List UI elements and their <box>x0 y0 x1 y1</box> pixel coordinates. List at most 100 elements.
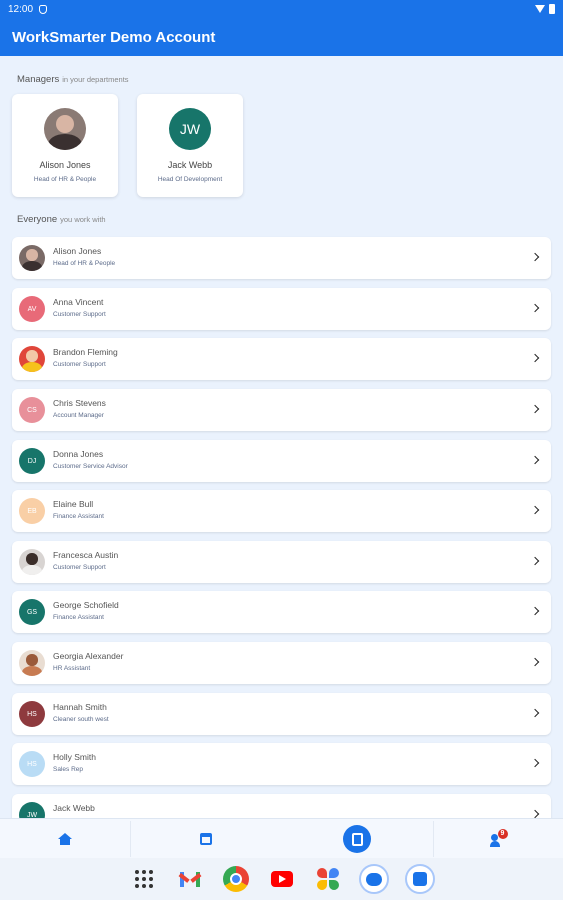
person-name: Hannah Smith <box>53 702 107 712</box>
chevron-right-icon <box>530 606 540 616</box>
list-item[interactable]: Francesca Austin Customer Support <box>12 541 551 583</box>
system-dock <box>0 858 563 900</box>
gmail-icon[interactable] <box>175 864 205 894</box>
notification-badge: 9 <box>497 829 508 839</box>
avatar <box>19 650 45 676</box>
status-icons <box>535 4 555 14</box>
messages-icon[interactable] <box>358 864 389 894</box>
list-item[interactable]: EB Elaine Bull Finance Assistant <box>12 490 551 532</box>
list-item[interactable]: Brandon Fleming Customer Support <box>12 338 551 380</box>
youtube-icon[interactable] <box>267 864 297 894</box>
list-item[interactable]: HS Hannah Smith Cleaner south west <box>12 693 551 735</box>
avatar <box>19 549 45 575</box>
bottom-navigation: 9 <box>0 818 563 858</box>
list-item[interactable]: DJ Donna Jones Customer Service Advisor <box>12 440 551 482</box>
chevron-right-icon <box>530 809 540 818</box>
chevron-right-icon <box>530 404 540 414</box>
chevron-right-icon <box>530 708 540 718</box>
nav-home[interactable] <box>0 819 130 859</box>
list-item[interactable]: Alison Jones Head of HR & People <box>12 237 551 279</box>
calendar-icon <box>199 833 212 845</box>
person-name: Donna Jones <box>53 449 104 459</box>
chrome-icon[interactable] <box>221 864 251 894</box>
person-name: Francesca Austin <box>53 550 119 560</box>
person-name: George Schofield <box>53 600 119 610</box>
person-role: Finance Assistant <box>53 614 104 621</box>
person-role: Customer Support <box>53 361 106 368</box>
shield-icon <box>39 4 48 14</box>
list-item[interactable]: HS Holly Smith Sales Rep <box>12 743 551 785</box>
app-drawer-icon[interactable] <box>129 864 159 894</box>
chevron-right-icon <box>530 657 540 667</box>
nav-people[interactable]: 9 <box>434 819 563 859</box>
manager-name: Jack Webb <box>167 160 213 170</box>
app-bar: WorkSmarter Demo Account <box>0 18 563 56</box>
avatar <box>19 245 45 271</box>
avatar: EB <box>19 498 45 524</box>
status-time: 12:00 <box>8 3 34 15</box>
everyone-section-header: Everyone you work with <box>0 214 106 225</box>
worksmarter-icon[interactable] <box>404 864 435 894</box>
person-role: Sales Rep <box>53 766 83 773</box>
person-name: Alison Jones <box>53 246 102 256</box>
person-role: Customer Service Advisor <box>53 463 128 470</box>
person-name: Anna Vincent <box>53 297 104 307</box>
avatar: HS <box>19 701 45 727</box>
people-icon: 9 <box>489 829 508 847</box>
chevron-right-icon <box>530 556 540 566</box>
chevron-right-icon <box>530 252 540 262</box>
home-icon <box>58 833 72 845</box>
everyone-title: Everyone <box>17 214 58 225</box>
person-role: Customer Support <box>53 564 106 571</box>
avatar: CS <box>19 397 45 423</box>
list-item[interactable]: AV Anna Vincent Customer Support <box>12 288 551 330</box>
nav-directory[interactable] <box>281 819 433 859</box>
chevron-right-icon <box>530 758 540 768</box>
list-item[interactable]: CS Chris Stevens Account Manager <box>12 389 551 431</box>
managers-section-header: Managers in your departments <box>0 74 129 85</box>
person-role: Cleaner south west <box>53 716 109 723</box>
avatar <box>44 108 86 150</box>
nav-calendar[interactable] <box>131 819 280 859</box>
avatar: DJ <box>19 448 45 474</box>
avatar: JW <box>19 802 45 818</box>
avatar: AV <box>19 296 45 322</box>
avatar: JW <box>169 108 211 150</box>
person-role: Head of HR & People <box>53 260 116 267</box>
person-name: Georgia Alexander <box>53 651 124 661</box>
person-name: Elaine Bull <box>53 499 94 509</box>
status-bar: 12:00 <box>0 0 563 18</box>
wifi-icon <box>535 5 545 13</box>
list-item[interactable]: JW Jack Webb <box>12 794 551 818</box>
battery-icon <box>549 4 555 14</box>
person-name: Holly Smith <box>53 752 96 762</box>
chevron-right-icon <box>530 505 540 515</box>
everyone-subtitle: you work with <box>60 215 106 224</box>
avatar: GS <box>19 599 45 625</box>
person-role: Finance Assistant <box>53 513 104 520</box>
manager-role: Head of HR & People <box>33 176 97 183</box>
chevron-right-icon <box>530 455 540 465</box>
avatar <box>19 346 45 372</box>
person-name: Chris Stevens <box>53 398 106 408</box>
list-item[interactable]: Georgia Alexander HR Assistant <box>12 642 551 684</box>
main-content[interactable]: Managers in your departments Alison Jones… <box>0 56 563 818</box>
manager-card-jack-webb[interactable]: JW Jack Webb Head Of Development <box>137 94 243 197</box>
app-title: WorkSmarter Demo Account <box>12 28 216 46</box>
list-item[interactable]: GS George Schofield Finance Assistant <box>12 591 551 633</box>
manager-name: Alison Jones <box>39 160 91 170</box>
chevron-right-icon <box>530 303 540 313</box>
directory-icon <box>343 825 371 853</box>
avatar: HS <box>19 751 45 777</box>
person-name: Jack Webb <box>53 803 95 813</box>
photos-icon[interactable] <box>313 864 343 894</box>
person-name: Brandon Fleming <box>53 347 118 357</box>
managers-title: Managers <box>17 74 60 85</box>
managers-subtitle: in your departments <box>62 75 129 84</box>
manager-role: Head Of Development <box>157 176 223 183</box>
person-role: HR Assistant <box>53 665 91 672</box>
person-role: Customer Support <box>53 311 106 318</box>
manager-card-alison-jones[interactable]: Alison Jones Head of HR & People <box>12 94 118 197</box>
person-role: Account Manager <box>53 412 104 419</box>
chevron-right-icon <box>530 353 540 363</box>
